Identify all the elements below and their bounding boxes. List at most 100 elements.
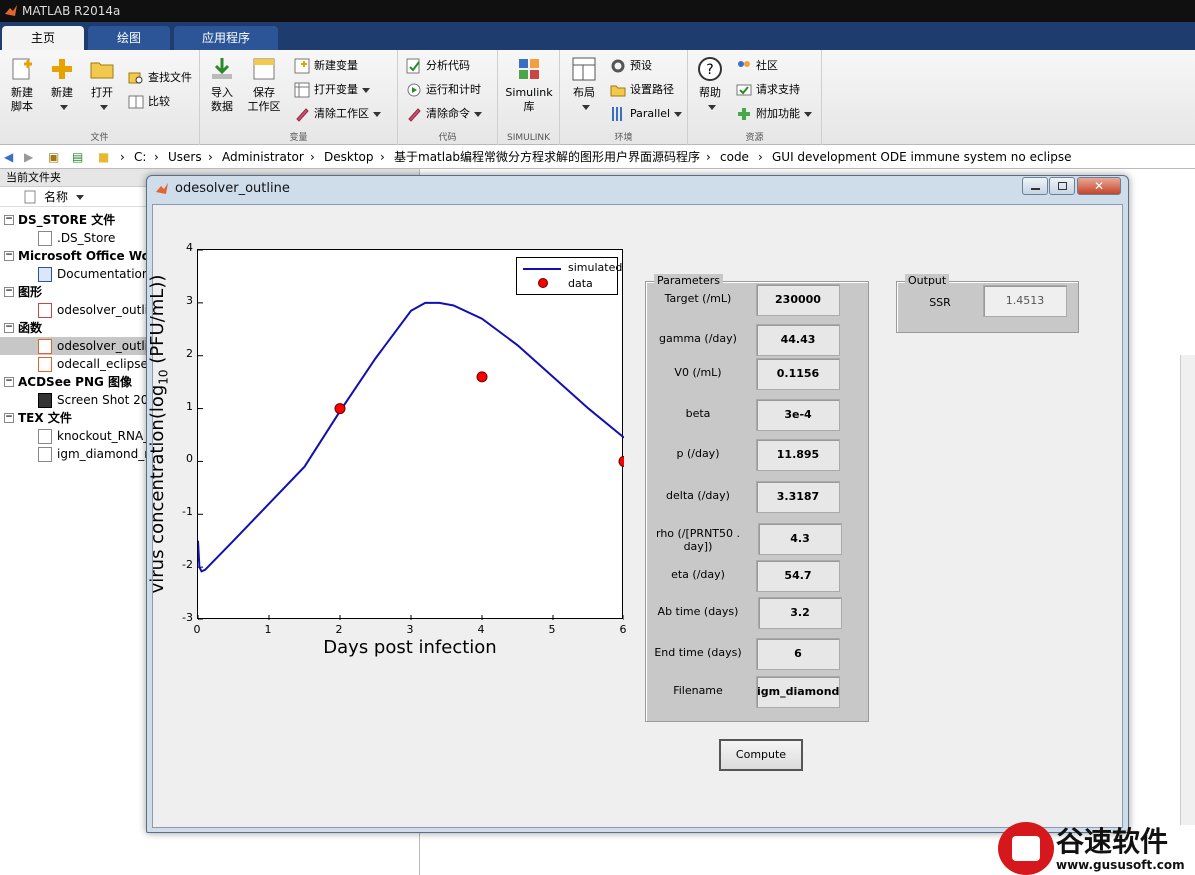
breadcrumb-item[interactable]: Desktop [324, 145, 374, 169]
file-label: odesolver_outli [57, 339, 149, 353]
parameter-input[interactable]: 44.43 [756, 324, 840, 356]
x-tick-label: 4 [477, 623, 485, 636]
parameter-input[interactable]: 3.3187 [756, 481, 840, 513]
breadcrumb-item[interactable]: C: [134, 145, 146, 169]
forward-arrow-icon[interactable]: ▶ [24, 145, 33, 169]
open-variable-label: 打开变量 [314, 83, 358, 96]
tab-plots[interactable]: 绘图 [88, 26, 170, 50]
parallel-button[interactable]: Parallel [610, 104, 683, 124]
y-tick-label: 1 [186, 399, 193, 413]
community-label: 社区 [756, 59, 778, 72]
save-workspace-button[interactable]: 保存 工作区 [244, 56, 284, 114]
output-panel: Output SSR 1.4513 [896, 274, 1079, 333]
simulink-library-button[interactable]: Simulink 库 [504, 56, 554, 114]
clear-commands-icon [408, 108, 421, 122]
new-label: 新建 [51, 86, 73, 99]
addons-icon [738, 108, 750, 120]
breadcrumb-item[interactable]: 基于matlab编程常微分方程求解的图形用户界面源码程序 [394, 145, 700, 169]
open-variable-button[interactable]: 打开变量 [294, 80, 370, 100]
new-button[interactable]: 新建 [42, 56, 82, 114]
collapse-icon[interactable]: − [4, 287, 14, 297]
preferences-button[interactable]: 预设 [610, 56, 652, 76]
figure-titlebar: odesolver_outline [147, 176, 1128, 204]
parameter-input[interactable]: 6 [756, 638, 840, 670]
analyze-code-button[interactable]: 分析代码 [406, 56, 470, 76]
compare-icon [128, 95, 144, 109]
chevron-down-icon [582, 104, 590, 110]
tree-group-label: TEX 文件 [18, 411, 72, 425]
up-folder-icon[interactable]: ▣ [48, 145, 59, 169]
collapse-icon[interactable]: − [4, 323, 14, 333]
collapse-icon[interactable]: − [4, 413, 14, 423]
breadcrumb-item[interactable]: Administrator [222, 145, 304, 169]
file-icon [38, 429, 52, 444]
breadcrumb-item[interactable]: Users [168, 145, 202, 169]
maximize-button[interactable] [1049, 177, 1075, 195]
back-arrow-icon[interactable]: ◀ [4, 145, 13, 169]
ribbon-group-environment: 布局 预设 设置路径 Parallel 环境 [560, 50, 688, 145]
ribbon-group-resources: ? 帮助 社区 请求支持 附加功能 资源 [688, 50, 822, 145]
x-tick-label: 0 [193, 623, 201, 636]
vertical-scrollbar[interactable] [1180, 355, 1195, 825]
open-button[interactable]: 打开 [82, 56, 122, 114]
addons-button[interactable]: 附加功能 [736, 104, 812, 124]
address-bar: ◀ ▶ ▣ ▤ ■ › C: › Users › Administrator ›… [0, 145, 1195, 169]
simulink-icon [519, 59, 539, 79]
compare-button[interactable]: 比较 [128, 92, 170, 112]
compare-label: 比较 [148, 95, 170, 108]
ribbon-group-code: 分析代码 运行和计时 清除命令 代码 [398, 50, 498, 145]
collapse-icon[interactable]: − [4, 377, 14, 387]
close-button[interactable]: ✕ [1077, 177, 1121, 195]
parameter-input[interactable]: 0.1156 [756, 358, 840, 390]
new-script-button[interactable]: 新建 脚本 [2, 56, 42, 114]
analyze-code-icon [406, 58, 420, 74]
legend: simulated data [516, 257, 622, 295]
find-files-button[interactable]: 查找文件 [128, 68, 192, 88]
watermark-brand: 谷速软件 [1056, 825, 1169, 858]
breadcrumb-item[interactable]: GUI development ODE immune system no ecl… [772, 145, 1071, 169]
parameters-title: Parameters [654, 274, 723, 288]
plot-svg [197, 249, 630, 621]
sort-down-icon [75, 195, 84, 200]
parameter-input[interactable]: igm_diamond_ [756, 676, 840, 708]
collapse-icon[interactable]: − [4, 215, 14, 225]
file-icon [38, 447, 52, 462]
tree-group-label: ACDSee PNG 图像 [18, 375, 133, 389]
tab-apps[interactable]: 应用程序 [174, 26, 278, 50]
layout-button[interactable]: 布局 [564, 56, 604, 114]
browse-folder-icon[interactable]: ▤ [72, 145, 83, 169]
community-button[interactable]: 社区 [736, 56, 778, 76]
parameters-panel: Parameters Target (/mL) 230000 gamma (/day… [645, 274, 869, 722]
compute-button[interactable]: Compute [719, 739, 803, 771]
file-icon [24, 190, 36, 204]
parameter-input[interactable]: 3e-4 [756, 399, 840, 431]
legend-line-icon [523, 268, 561, 270]
parameter-input[interactable]: 11.895 [756, 439, 840, 471]
breadcrumb-item[interactable]: code [720, 145, 749, 169]
parameter-input[interactable]: 230000 [756, 284, 840, 316]
data-point [334, 403, 346, 415]
request-support-button[interactable]: 请求支持 [736, 80, 800, 100]
parameter-input[interactable]: 54.7 [756, 560, 840, 592]
y-tick-label: 4 [186, 241, 193, 254]
set-path-button[interactable]: 设置路径 [610, 80, 674, 100]
help-button[interactable]: ? 帮助 [690, 56, 730, 114]
tab-home[interactable]: 主页 [2, 26, 84, 50]
tree-group-label: DS_STORE 文件 [18, 213, 116, 227]
new-variable-button[interactable]: 新建变量 [294, 56, 358, 76]
file-label: odecall_eclipse [57, 357, 148, 371]
run-and-time-button[interactable]: 运行和计时 [406, 80, 481, 100]
minimize-button[interactable] [1022, 177, 1048, 195]
group-label-environment: 环境 [614, 133, 633, 143]
plot-axes[interactable]: simulated data [197, 249, 630, 621]
import-data-button[interactable]: 导入 数据 [202, 56, 242, 114]
parameter-input[interactable]: 3.2 [758, 597, 842, 629]
collapse-icon[interactable]: − [4, 251, 14, 261]
clear-commands-button[interactable]: 清除命令 [406, 104, 482, 124]
parameter-input[interactable]: 4.3 [758, 523, 842, 555]
analyze-code-label: 分析代码 [426, 59, 470, 72]
gear-icon [611, 59, 625, 73]
clear-workspace-button[interactable]: 清除工作区 [294, 104, 381, 124]
x-tick-label: 3 [406, 623, 414, 636]
open-variable-icon [294, 82, 310, 98]
